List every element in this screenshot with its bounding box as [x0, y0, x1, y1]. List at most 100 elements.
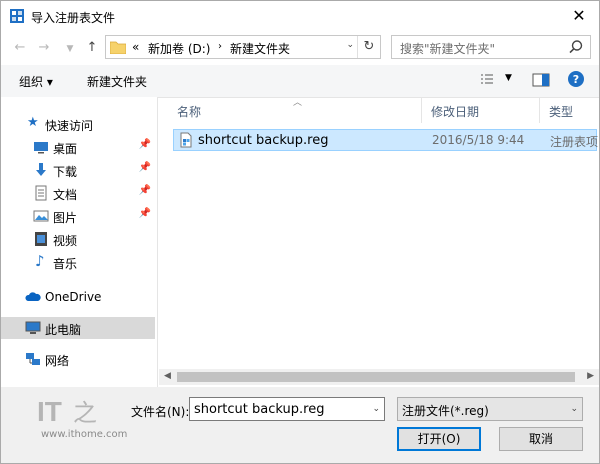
svg-text:IT: IT: [37, 396, 62, 427]
search-icon: [569, 40, 583, 54]
title-bar: 导入注册表文件 ✕: [1, 1, 599, 31]
preview-pane-icon: [532, 73, 550, 87]
watermark-url: www.ithome.com: [41, 429, 128, 440]
arrow-up-icon: ↑: [86, 40, 98, 55]
back-button[interactable]: ←: [11, 39, 29, 57]
column-label: 名称: [177, 105, 202, 119]
preview-pane-button[interactable]: [531, 71, 551, 92]
computer-icon: [25, 321, 41, 334]
nav-label: 图片: [53, 211, 78, 225]
nav-this-pc[interactable]: 此电脑: [1, 317, 155, 339]
file-row[interactable]: shortcut backup.reg 2016/5/18 9:44 注册表项: [173, 129, 598, 151]
horizontal-scrollbar[interactable]: ◀ ▶: [159, 369, 599, 385]
file-list: ︿ 名称 修改日期 类型 shortcut backup.reg 2016/5/…: [159, 97, 599, 387]
nav-item-music[interactable]: ♪ 音乐: [1, 251, 155, 273]
nav-item-videos[interactable]: 视频: [1, 228, 155, 250]
ithome-watermark: IT 之 www.ithome.com: [37, 393, 127, 440]
dialog-footer: IT 之 www.ithome.com 文件名(N): shortcut bac…: [1, 387, 599, 463]
nav-item-pictures[interactable]: 图片 📌: [1, 205, 155, 227]
filename-value: shortcut backup.reg: [194, 402, 325, 417]
help-icon: ?: [568, 71, 584, 87]
column-header-date[interactable]: 修改日期: [423, 97, 539, 123]
breadcrumb-folder[interactable]: 新建文件夹: [230, 40, 290, 57]
file-date: 2016/5/18 9:44: [432, 133, 525, 147]
breadcrumb-separator-icon[interactable]: ›: [218, 41, 222, 52]
pin-icon: 📌: [138, 185, 151, 196]
recent-locations-button[interactable]: ▼: [61, 40, 79, 58]
view-dropdown-icon[interactable]: ▼: [505, 73, 512, 83]
nav-label: 网络: [45, 354, 70, 368]
pictures-icon: [33, 210, 49, 222]
video-icon: [35, 232, 47, 246]
nav-label: OneDrive: [45, 290, 102, 304]
search-placeholder: 搜索"新建文件夹": [400, 42, 496, 56]
cancel-button[interactable]: 取消: [499, 427, 583, 451]
nav-label: 桌面: [53, 142, 78, 156]
svg-text:?: ?: [573, 73, 579, 86]
registry-app-icon: [10, 9, 24, 23]
open-file-dialog: 导入注册表文件 ✕ ← → ▼ ↑ « 新加卷 (D:) › 新建文件夹 ⌄ ↻…: [0, 0, 600, 464]
nav-quick-access[interactable]: ★ 快速访问: [1, 113, 155, 135]
address-overflow[interactable]: «: [132, 40, 139, 54]
refresh-button[interactable]: ↻: [357, 36, 380, 58]
nav-label: 下载: [53, 165, 78, 179]
up-button[interactable]: ↑: [83, 39, 101, 57]
chevron-down-icon: ⌄: [570, 404, 578, 414]
navigation-pane: ★ 快速访问 桌面 📌 下载 📌 文档 📌 图片 📌 视频 ♪ 音乐 OneDr…: [1, 97, 158, 387]
nav-label: 此电脑: [45, 323, 82, 337]
open-button[interactable]: 打开(O): [397, 427, 481, 451]
view-options-button[interactable]: [479, 71, 501, 92]
forward-button[interactable]: →: [35, 39, 53, 57]
arrow-left-icon: ←: [14, 40, 26, 55]
column-header-name[interactable]: 名称: [159, 97, 415, 123]
document-icon: [35, 185, 47, 201]
column-header-type[interactable]: 类型: [541, 97, 597, 123]
file-type-value: 注册文件(*.reg): [402, 404, 489, 418]
download-icon: [36, 163, 46, 176]
nav-label: 视频: [53, 234, 78, 248]
nav-onedrive[interactable]: OneDrive: [1, 286, 155, 308]
column-label: 修改日期: [431, 105, 480, 119]
breadcrumb-drive[interactable]: 新加卷 (D:): [148, 40, 210, 57]
chevron-down-icon[interactable]: ⌄: [372, 404, 380, 414]
address-bar[interactable]: « 新加卷 (D:) › 新建文件夹 ⌄ ↻: [105, 35, 381, 59]
file-name: shortcut backup.reg: [198, 133, 329, 148]
close-icon: ✕: [572, 6, 586, 25]
ithome-logo: IT 之: [37, 396, 97, 427]
filename-label: 文件名(N):: [131, 405, 190, 419]
close-button[interactable]: ✕: [567, 5, 591, 27]
address-dropdown-icon[interactable]: ⌄: [346, 40, 354, 50]
help-button[interactable]: ?: [567, 70, 585, 91]
nav-item-downloads[interactable]: 下载 📌: [1, 159, 155, 181]
scroll-right-icon[interactable]: ▶: [587, 371, 594, 381]
command-bar: 组织 ▾ 新建文件夹 ▼ ?: [1, 65, 599, 98]
filename-input[interactable]: shortcut backup.reg ⌄: [189, 397, 385, 421]
column-label: 类型: [549, 105, 574, 119]
folder-icon: [110, 41, 126, 54]
onedrive-icon: [25, 292, 41, 301]
nav-item-desktop[interactable]: 桌面 📌: [1, 136, 155, 158]
desktop-icon: [34, 142, 48, 154]
pin-icon: 📌: [138, 139, 151, 150]
nav-item-documents[interactable]: 文档 📌: [1, 182, 155, 204]
nav-label: 文档: [53, 188, 78, 202]
registry-file-icon: [180, 132, 192, 148]
arrow-right-icon: →: [38, 40, 50, 55]
view-list-icon: [481, 74, 493, 84]
scroll-left-icon[interactable]: ◀: [164, 371, 171, 381]
svg-text:之: 之: [73, 399, 97, 427]
nav-label: 音乐: [53, 257, 78, 271]
window-title: 导入注册表文件: [31, 11, 116, 25]
music-icon: ♪: [35, 252, 45, 270]
nav-network[interactable]: 网络: [1, 348, 155, 370]
scrollbar-thumb[interactable]: [177, 372, 575, 382]
file-type-select[interactable]: 注册文件(*.reg) ⌄: [397, 397, 583, 421]
organize-menu[interactable]: 组织 ▾: [19, 73, 53, 90]
nav-label: 快速访问: [45, 119, 94, 133]
network-icon: [26, 353, 40, 365]
new-folder-button[interactable]: 新建文件夹: [87, 73, 147, 90]
star-icon: ★: [27, 115, 39, 130]
search-box[interactable]: 搜索"新建文件夹": [391, 35, 591, 59]
chevron-down-icon: ▼: [66, 44, 74, 54]
pin-icon: 📌: [138, 208, 151, 219]
